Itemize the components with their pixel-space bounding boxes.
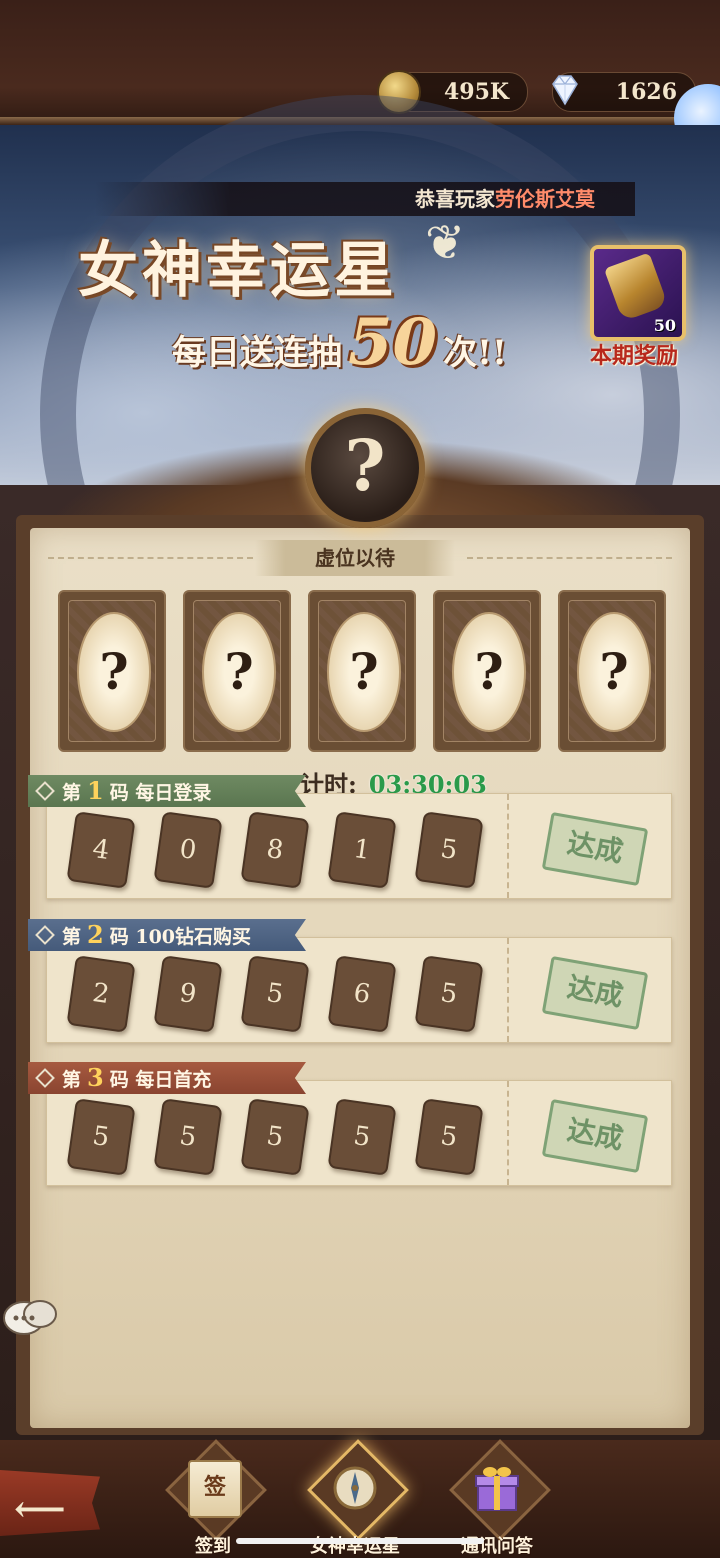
gauntlet-icon bbox=[603, 252, 669, 322]
coin-amount: 495K bbox=[443, 79, 509, 105]
subtitle-pre: 每日送连抽 bbox=[172, 333, 342, 373]
code-ribbon: 第1码 每日登录 bbox=[28, 775, 306, 807]
lottery-card[interactable]: ? bbox=[433, 590, 541, 752]
code-digit: 1 bbox=[327, 811, 397, 889]
mystery-prize-button[interactable]: ? bbox=[305, 408, 425, 528]
nav-label: 通讯问答 bbox=[461, 1536, 533, 1557]
card-symbol: ? bbox=[77, 612, 151, 732]
code-ribbon: 第3码 每日首充 bbox=[28, 1062, 306, 1094]
compass-icon bbox=[333, 1466, 377, 1510]
card-symbol: ? bbox=[577, 612, 651, 732]
lottery-card[interactable]: ? bbox=[308, 590, 416, 752]
card-symbol: ? bbox=[452, 612, 526, 732]
nav-label: 签到 bbox=[195, 1536, 231, 1557]
lottery-card[interactable]: ? bbox=[58, 590, 166, 752]
subtitle-post: 次!! bbox=[443, 333, 507, 373]
diamond-counter[interactable]: 1626 bbox=[552, 72, 696, 112]
event-subtitle: 每日送连抽50 次!! bbox=[172, 305, 507, 380]
card-symbol: ? bbox=[202, 612, 276, 732]
code-digit: 4 bbox=[66, 811, 136, 889]
home-indicator bbox=[236, 1538, 484, 1544]
code-digit: 5 bbox=[240, 1098, 310, 1176]
butterfly-icon: ❦ bbox=[425, 215, 466, 271]
announcement-ticker: 恭喜玩家劳伦斯艾莫 bbox=[95, 182, 635, 216]
diamond-icon bbox=[552, 75, 578, 106]
event-title: 女神幸运星 bbox=[78, 236, 398, 306]
code-digit: 5 bbox=[153, 1098, 223, 1176]
lottery-card[interactable]: ? bbox=[558, 590, 666, 752]
reward-count: 50 bbox=[653, 316, 676, 335]
code-digit: 5 bbox=[414, 811, 484, 889]
card-symbol: ? bbox=[327, 612, 401, 732]
section-title: 虚位以待 bbox=[255, 540, 455, 576]
code-digit: 5 bbox=[66, 1098, 136, 1176]
code-digit: 5 bbox=[240, 955, 310, 1033]
nav-label: 女神幸运星 bbox=[310, 1536, 400, 1557]
code-digit: 8 bbox=[240, 811, 310, 889]
code-digit: 9 bbox=[153, 955, 223, 1033]
code-digit: 6 bbox=[327, 955, 397, 1033]
ticker-player-name: 劳伦斯艾莫 bbox=[495, 187, 595, 211]
lottery-card[interactable]: ? bbox=[183, 590, 291, 752]
divider-left bbox=[48, 557, 253, 559]
code-digit: 5 bbox=[327, 1098, 397, 1176]
code-digit: 2 bbox=[66, 955, 136, 1033]
code-digit: 5 bbox=[414, 955, 484, 1033]
code-digit: 0 bbox=[153, 811, 223, 889]
reward-label: 本期奖励 bbox=[589, 343, 678, 369]
chat-bubble-icon[interactable] bbox=[0, 1292, 64, 1348]
code-ribbon: 第2码 100钻石购买 bbox=[28, 919, 306, 951]
divider-right bbox=[467, 557, 672, 559]
back-arrow-icon: ⟵ bbox=[14, 1488, 66, 1530]
ticker-prefix: 恭喜玩家 bbox=[415, 187, 495, 211]
period-reward-item[interactable]: 50 bbox=[590, 245, 686, 341]
subtitle-number: 50 bbox=[348, 305, 438, 380]
diamond-amount: 1626 bbox=[615, 79, 677, 105]
code-digit: 5 bbox=[414, 1098, 484, 1176]
scroll-icon: 签 bbox=[188, 1460, 242, 1518]
gift-box-icon bbox=[475, 1467, 519, 1511]
